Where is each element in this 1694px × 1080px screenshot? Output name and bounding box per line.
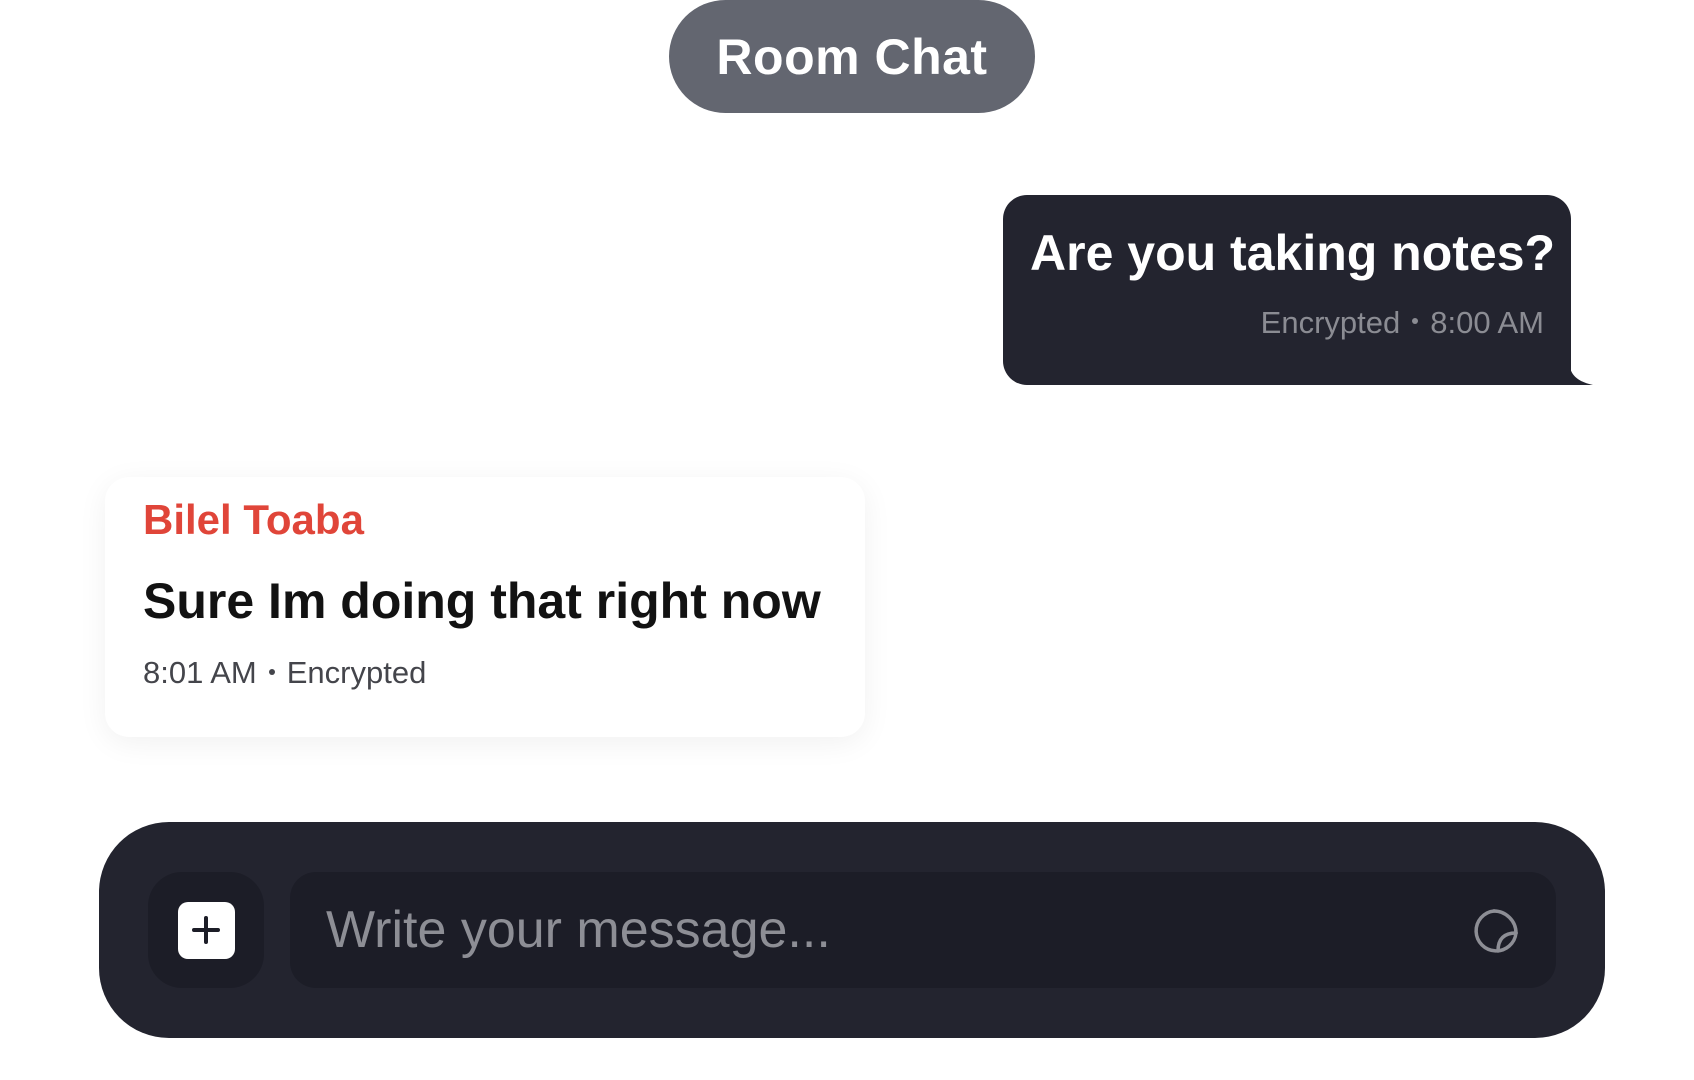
meta-separator-dot	[268, 669, 275, 676]
message-input[interactable]	[326, 872, 1426, 988]
incoming-message-status: Encrypted	[286, 655, 427, 691]
room-chat-title-label: Room Chat	[716, 28, 988, 85]
message-composer	[99, 822, 1605, 1038]
room-chat-title: Room Chat	[669, 0, 1035, 113]
incoming-message-meta: 8:01 AM Encrypted	[143, 655, 865, 691]
outgoing-message-meta: Encrypted 8:00 AM	[1030, 305, 1544, 341]
incoming-message-sender[interactable]: Bilel Toaba	[143, 495, 865, 545]
bubble-tail-icon	[1569, 359, 1593, 385]
meta-separator-dot	[1412, 318, 1419, 325]
plus-icon	[192, 916, 220, 944]
outgoing-message-bubble[interactable]: Are you taking notes? Encrypted 8:00 AM	[1003, 195, 1593, 385]
plus-square-icon	[177, 901, 235, 959]
outgoing-message-status: Encrypted	[1260, 304, 1401, 340]
incoming-message-text: Sure Im doing that right now	[143, 573, 821, 630]
outgoing-message-text: Are you taking notes?	[1030, 225, 1556, 281]
sticker-icon[interactable]	[1472, 907, 1520, 955]
add-attachment-button[interactable]	[148, 872, 264, 988]
incoming-message-card[interactable]: Bilel Toaba Sure Im doing that right now…	[105, 477, 865, 737]
incoming-message-time: 8:01 AM	[143, 655, 257, 691]
outgoing-message-time: 8:00 AM	[1430, 304, 1544, 340]
message-input-container	[290, 872, 1556, 988]
